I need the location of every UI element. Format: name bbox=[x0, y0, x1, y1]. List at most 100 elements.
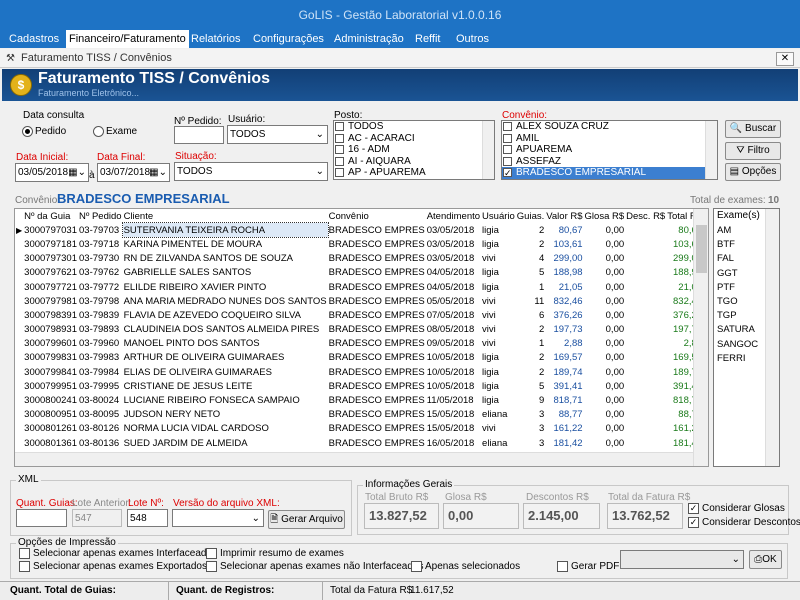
convenio-item[interactable]: AMIL bbox=[502, 133, 717, 145]
posto-item[interactable]: TODOS bbox=[334, 121, 494, 133]
faturar-checkbox[interactable]: ✓ bbox=[708, 339, 709, 349]
faturar-checkbox[interactable]: ✓ bbox=[708, 311, 709, 321]
faturar-checkbox[interactable]: ✓ bbox=[708, 325, 709, 335]
column-header[interactable]: Glosa R$ bbox=[584, 209, 626, 223]
checkbox[interactable] bbox=[335, 133, 344, 143]
column-header[interactable]: Atendimento bbox=[426, 209, 481, 223]
faturar-checkbox[interactable]: ✓ bbox=[708, 254, 709, 264]
guias-grid[interactable]: Nº da Guia Nº Pedido Cliente Convênio Atendi… bbox=[14, 208, 709, 467]
calendar-icon[interactable]: ▦⌄ bbox=[68, 164, 86, 181]
situacao-select[interactable]: TODOS ⌄ bbox=[174, 162, 328, 181]
grid-hscrollbar[interactable] bbox=[15, 452, 693, 466]
checkbox[interactable] bbox=[503, 133, 512, 143]
quant-guias-input[interactable] bbox=[16, 509, 67, 527]
faturar-checkbox[interactable]: ✓ bbox=[708, 353, 709, 363]
faturar-checkbox[interactable]: ✓ bbox=[708, 439, 709, 449]
posto-item[interactable]: AC - ACARACI bbox=[334, 133, 494, 145]
table-row[interactable]: 3000799831 03-79983 ARTHUR DE OLIVEIRA GUI… bbox=[15, 351, 709, 365]
posto-item[interactable]: AP - APUAREMA bbox=[334, 167, 494, 179]
data-inicial-input[interactable]: 03/05/2018 ▦⌄ bbox=[15, 163, 89, 182]
convenio-scrollbar[interactable] bbox=[705, 121, 717, 179]
faturar-checkbox[interactable]: ✓ bbox=[708, 268, 709, 278]
considerar-descontos-checkbox[interactable]: ✓ bbox=[688, 517, 699, 528]
grid-vscrollbar[interactable] bbox=[693, 209, 708, 466]
radio-pedido[interactable] bbox=[22, 126, 33, 137]
versao-select[interactable]: ⌄ bbox=[172, 509, 264, 527]
calendar-icon[interactable]: ▦⌄ bbox=[149, 164, 167, 181]
checkbox[interactable] bbox=[335, 156, 344, 166]
convenio-item[interactable]: ASSEFAZ bbox=[502, 156, 717, 168]
scroll-thumb[interactable] bbox=[696, 225, 707, 273]
table-row[interactable]: 3000799951 03-79995 CRISTIANE DE JESUS LEI… bbox=[15, 379, 709, 393]
faturar-checkbox[interactable]: ✓ bbox=[708, 283, 709, 293]
opt-nao-interfaceados-checkbox[interactable] bbox=[206, 561, 217, 572]
column-header[interactable]: Guias. bbox=[516, 209, 545, 223]
mdi-tab-title[interactable]: Faturamento TISS / Convênios bbox=[21, 52, 172, 64]
menu-cadastros[interactable]: Cadastros bbox=[6, 30, 62, 48]
opcoes-button[interactable]: ▤ Opções bbox=[725, 163, 781, 181]
column-header[interactable]: Nº da Guia bbox=[23, 209, 78, 223]
column-header[interactable]: Usuário bbox=[481, 209, 516, 223]
column-header[interactable]: Valor R$ bbox=[545, 209, 583, 223]
opt-selecionados-checkbox[interactable] bbox=[411, 561, 422, 572]
faturar-checkbox[interactable]: ✓ bbox=[708, 368, 709, 378]
column-header[interactable]: Cliente bbox=[123, 209, 328, 223]
report-select[interactable]: ⌄ bbox=[620, 550, 744, 569]
considerar-glosas-checkbox[interactable]: ✓ bbox=[688, 503, 699, 514]
table-row[interactable]: 3000798931 03-79893 CLAUDINEIA DOS SANTOS … bbox=[15, 323, 709, 337]
table-row[interactable]: 3000797301 03-79730 RN DE ZILVANDA SANTOS … bbox=[15, 252, 709, 266]
exames-list[interactable]: Exame(s) AM BTF FAL GGT PTF TGO TGP SATURA SANGO… bbox=[713, 208, 780, 467]
usuario-select[interactable]: TODOS ⌄ bbox=[227, 125, 328, 144]
close-icon[interactable]: ✕ bbox=[776, 52, 794, 66]
table-row[interactable]: 3000799841 03-79984 ELIAS DE OLIVEIRA GUIM… bbox=[15, 365, 709, 379]
table-row[interactable]: 3000797721 03-79772 ELILDE RIBEIRO XAVIER … bbox=[15, 280, 709, 294]
lote-n-input[interactable]: 548 bbox=[127, 509, 168, 527]
opt-exportados-checkbox[interactable] bbox=[19, 561, 30, 572]
posto-item[interactable]: 16 - ADM bbox=[334, 144, 494, 156]
checkbox[interactable] bbox=[335, 168, 344, 178]
column-header[interactable]: Nº Pedido bbox=[78, 209, 123, 223]
menu-financeiro[interactable]: Financeiro/Faturamento bbox=[66, 30, 189, 48]
table-row[interactable]: ▶ 3000797031 03-79703 SUTERVANIA TEIXEIRA R… bbox=[15, 222, 709, 239]
convenio-item[interactable]: APUAREMA bbox=[502, 144, 717, 156]
checkbox[interactable] bbox=[503, 145, 512, 155]
checkbox[interactable] bbox=[503, 122, 512, 131]
table-row[interactable]: 3000798391 03-79839 FLAVIA DE AZEVEDO COQU… bbox=[15, 308, 709, 322]
posto-item[interactable]: AI - AIQUARA bbox=[334, 156, 494, 168]
convenio-item-selected[interactable]: ✓ BRADESCO EMPRESARIAL bbox=[502, 167, 717, 179]
posto-scrollbar[interactable] bbox=[482, 121, 494, 179]
faturar-checkbox[interactable]: ✓ bbox=[708, 226, 709, 236]
menu-reffit[interactable]: Reffit bbox=[412, 30, 443, 48]
menu-outros[interactable]: Outros bbox=[453, 30, 492, 48]
checkbox-checked[interactable]: ✓ bbox=[503, 168, 512, 178]
gerar-pdf-checkbox[interactable] bbox=[557, 561, 568, 572]
menu-configuracoes[interactable]: Configurações bbox=[250, 30, 327, 48]
checkbox[interactable] bbox=[335, 145, 344, 155]
menu-relatorios[interactable]: Relatórios bbox=[188, 30, 244, 48]
faturar-checkbox[interactable]: ✓ bbox=[708, 382, 709, 392]
table-row[interactable]: 3000801261 03-80126 NORMA LUCIA VIDAL CARD… bbox=[15, 422, 709, 436]
table-row[interactable]: 3000799601 03-79960 MANOEL PINTO DOS SANTO… bbox=[15, 337, 709, 351]
faturar-checkbox[interactable]: ✓ bbox=[708, 240, 709, 250]
table-row[interactable]: 3000800241 03-80024 LUCIANE RIBEIRO FONSEC… bbox=[15, 393, 708, 407]
buscar-button[interactable]: 🔍 Buscar bbox=[725, 120, 781, 138]
faturar-checkbox[interactable]: ✓ bbox=[708, 410, 709, 420]
gerar-arquivo-button[interactable]: 🗎 Gerar Arquivo bbox=[268, 510, 345, 529]
convenio-item[interactable]: ALEX SOUZA CRUZ bbox=[502, 121, 717, 133]
table-row[interactable]: 3000797621 03-79762 GABRIELLE SALES SANTOS… bbox=[15, 266, 709, 280]
table-row[interactable]: 3000797981 03-79798 ANA MARIA MEDRADO NUNE… bbox=[15, 294, 708, 308]
faturar-checkbox[interactable]: ✓ bbox=[708, 424, 709, 434]
column-header[interactable]: Convênio bbox=[328, 209, 426, 223]
menu-administracao[interactable]: Administração bbox=[331, 30, 407, 48]
convenio-list[interactable]: ALEX SOUZA CRUZ AMIL APUAREMA ASSEFAZ ✓ B… bbox=[501, 120, 718, 180]
table-row[interactable]: 3000800951 03-80095 JUDSON NERY NETO BRADES… bbox=[15, 408, 709, 422]
table-row[interactable]: 3000801361 03-80136 SUED JARDIM DE ALMEIDA… bbox=[15, 436, 709, 450]
num-pedido-input[interactable] bbox=[174, 126, 224, 144]
radio-exame[interactable] bbox=[93, 126, 104, 137]
column-header[interactable]: Desc. R$ bbox=[625, 209, 666, 223]
checkbox[interactable] bbox=[503, 156, 512, 166]
checkbox[interactable] bbox=[335, 122, 344, 131]
ok-button[interactable]: ⎙OK bbox=[749, 550, 782, 569]
filtro-button[interactable]: ⛛ Filtro bbox=[725, 142, 781, 160]
posto-list[interactable]: TODOS AC - ACARACI 16 - ADM AI - AIQUARA… bbox=[333, 120, 495, 180]
